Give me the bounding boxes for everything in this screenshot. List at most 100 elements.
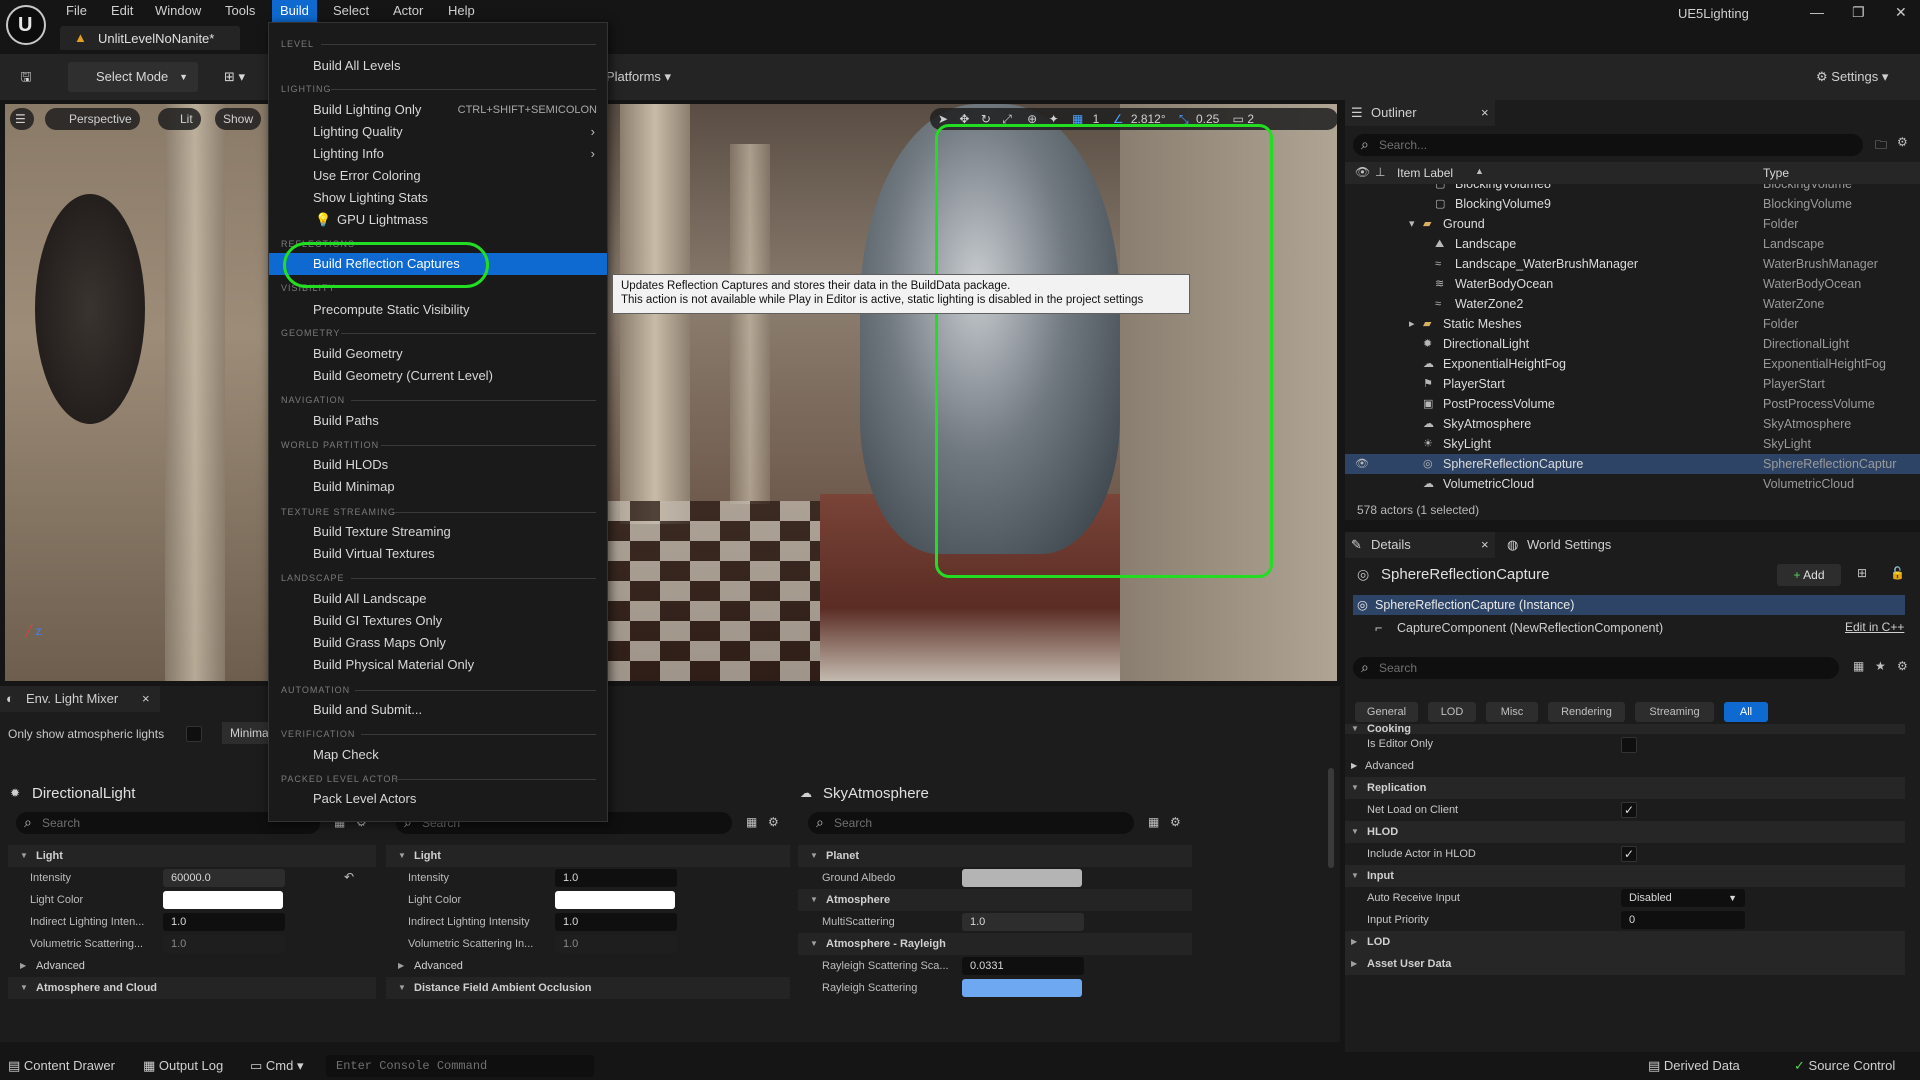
filter-tab-all[interactable]: All bbox=[1724, 702, 1768, 722]
outliner-row[interactable]: ☁ ExponentialHeightFog ExponentialHeightFo… bbox=[1345, 354, 1920, 374]
menu-select[interactable]: Select bbox=[333, 3, 369, 18]
outliner-row[interactable]: ☁ VolumetricCloud VolumetricCloud bbox=[1345, 474, 1920, 494]
outliner-row[interactable]: ≋ WaterBodyOcean WaterBodyOcean bbox=[1345, 274, 1920, 294]
content-drawer-button[interactable]: ▤ Content Drawer bbox=[8, 1058, 115, 1074]
document-tab[interactable]: ▲ UnlitLevelNoNanite* bbox=[60, 26, 240, 50]
select-mode-dropdown[interactable]: Select Mode ▼ bbox=[68, 62, 198, 92]
outliner-row[interactable]: 👁 ◎ SphereReflectionCapture SphereReflectio… bbox=[1345, 454, 1920, 474]
col3-atmosphere-category[interactable]: Atmosphere bbox=[798, 889, 1192, 911]
menu-build-all-landscape[interactable]: Build All Landscape bbox=[269, 588, 607, 610]
menu-tools[interactable]: Tools bbox=[225, 3, 255, 18]
perspective-button[interactable]: Perspective bbox=[45, 108, 140, 130]
filter-tab-general[interactable]: General bbox=[1355, 702, 1418, 722]
outliner-row[interactable]: ⛰ Landscape Landscape bbox=[1345, 234, 1920, 254]
outliner-row[interactable]: ▣ PostProcessVolume PostProcessVolume bbox=[1345, 394, 1920, 414]
outliner-search-input[interactable]: Search... bbox=[1353, 133, 1863, 156]
menu-pack-level-actors[interactable]: Pack Level Actors bbox=[269, 788, 607, 810]
col2-advanced-row[interactable]: Advanced bbox=[386, 955, 790, 977]
pin-icon[interactable]: ⊥ bbox=[1375, 165, 1385, 179]
menu-build-virtual-textures[interactable]: Build Virtual Textures bbox=[269, 543, 607, 565]
edit-cpp-link[interactable]: Edit in C++ bbox=[1845, 620, 1904, 634]
folder-add-icon[interactable]: 🗀 bbox=[1875, 136, 1887, 157]
gear-icon[interactable]: ⚙ bbox=[768, 815, 779, 829]
add-component-button[interactable]: + Add bbox=[1777, 564, 1841, 586]
menu-build-and-submit[interactable]: Build and Submit... bbox=[269, 699, 607, 721]
cmd-dropdown[interactable]: ▭ Cmd ▾ bbox=[250, 1058, 304, 1074]
outliner-row[interactable]: ≈ WaterZone2 WaterZone bbox=[1345, 294, 1920, 314]
platforms-dropdown[interactable]: Platforms ▾ bbox=[606, 69, 671, 85]
advanced-row[interactable]: ▶ Advanced bbox=[1345, 755, 1905, 777]
menu-build-lighting-only[interactable]: Build Lighting Only CTRL+SHIFT+SEMICOLON bbox=[269, 99, 607, 121]
close-icon[interactable]: × bbox=[1481, 100, 1489, 126]
menu-build-hlods[interactable]: Build HLODs bbox=[269, 454, 607, 476]
menu-build-gi-textures[interactable]: Build GI Textures Only bbox=[269, 610, 607, 632]
col1-light-color-swatch[interactable] bbox=[163, 891, 283, 909]
outliner-row[interactable]: ▸ ▰ Static Meshes Folder bbox=[1345, 314, 1920, 334]
env-light-mixer-tab[interactable]: ◐ Env. Light Mixer × bbox=[0, 686, 160, 712]
gear-icon[interactable]: ⚙ bbox=[1170, 815, 1181, 829]
close-icon[interactable]: × bbox=[1481, 532, 1489, 558]
menu-file[interactable]: File bbox=[66, 3, 87, 18]
col2-light-color-swatch[interactable] bbox=[555, 891, 675, 909]
visibility-icon[interactable]: 👁 bbox=[1355, 454, 1369, 474]
only-show-checkbox[interactable] bbox=[186, 726, 202, 742]
lod-category[interactable]: LOD bbox=[1345, 931, 1905, 953]
is-editor-only-checkbox[interactable] bbox=[1621, 737, 1637, 753]
outliner-row[interactable]: ▾ ▰ Ground Folder bbox=[1345, 214, 1920, 234]
gear-icon[interactable]: ⚙ bbox=[1897, 659, 1908, 673]
col3-ground-albedo-swatch[interactable] bbox=[962, 869, 1082, 887]
col1-volumetric-field[interactable]: 1.0 bbox=[163, 935, 285, 953]
menu-build-texture-streaming[interactable]: Build Texture Streaming bbox=[269, 521, 607, 543]
menu-lighting-quality[interactable]: Lighting Quality › bbox=[269, 121, 607, 143]
menu-build-geometry[interactable]: Build Geometry bbox=[269, 343, 607, 365]
col1-atmosphere-cloud-category[interactable]: Atmosphere and Cloud bbox=[8, 977, 376, 999]
col3-search-input[interactable]: Search bbox=[808, 811, 1134, 834]
col1-intensity-field[interactable]: 60000.0 bbox=[163, 869, 285, 887]
col1-indirect-field[interactable]: 1.0 bbox=[163, 913, 285, 931]
filter-tab-lod[interactable]: LOD bbox=[1428, 702, 1476, 722]
col1-advanced-row[interactable]: Advanced bbox=[8, 955, 376, 977]
mixer-mode-dropdown[interactable]: Minima bbox=[222, 722, 272, 744]
menu-edit[interactable]: Edit bbox=[111, 3, 133, 18]
lit-button[interactable]: Lit bbox=[158, 108, 201, 130]
world-settings-tab[interactable]: ◍ World Settings bbox=[1501, 532, 1671, 558]
menu-build[interactable]: Build bbox=[272, 0, 317, 22]
menu-use-error-coloring[interactable]: Use Error Coloring bbox=[269, 165, 607, 187]
instance-row[interactable]: ◎ SphereReflectionCapture (Instance) bbox=[1353, 595, 1905, 615]
outliner-tab[interactable]: ☰ Outliner × bbox=[1345, 100, 1495, 126]
filter-tab-streaming[interactable]: Streaming bbox=[1635, 702, 1714, 722]
col2-dfao-category[interactable]: Distance Field Ambient Occlusion bbox=[386, 977, 790, 999]
source-control-button[interactable]: ✓ Source Control bbox=[1794, 1058, 1895, 1074]
col2-light-category[interactable]: Light bbox=[386, 845, 790, 867]
component-row[interactable]: ⌐ CaptureComponent (NewReflectionCompone… bbox=[1375, 618, 1663, 638]
menu-build-physical-material[interactable]: Build Physical Material Only bbox=[269, 654, 607, 676]
col3-rayleigh-swatch[interactable] bbox=[962, 979, 1082, 997]
save-icon[interactable]: 🖫 bbox=[12, 62, 40, 92]
col2-intensity-field[interactable]: 1.0 bbox=[555, 869, 677, 887]
add-content-icon[interactable]: ⊞ ▾ bbox=[224, 62, 266, 92]
filter-tab-rendering[interactable]: Rendering bbox=[1548, 702, 1625, 722]
actor-name[interactable]: SphereReflectionCapture bbox=[1381, 566, 1549, 583]
filter-tab-misc[interactable]: Misc bbox=[1486, 702, 1538, 722]
unreal-logo-icon[interactable]: U bbox=[6, 5, 46, 45]
visibility-icon[interactable]: 👁 bbox=[1355, 165, 1370, 179]
menu-window[interactable]: Window bbox=[155, 3, 201, 18]
console-command-input[interactable]: Enter Console Command bbox=[326, 1055, 594, 1077]
viewport-left-scene[interactable]: ☰ Perspective Lit Show ╱ z bbox=[5, 104, 270, 681]
col3-rayleigh-category[interactable]: Atmosphere - Rayleigh bbox=[798, 933, 1192, 955]
input-priority-field[interactable]: 0 bbox=[1621, 911, 1745, 929]
table-icon[interactable]: ▦ bbox=[746, 815, 757, 829]
col3-multiscattering-field[interactable]: 1.0 bbox=[962, 913, 1084, 931]
outliner-row[interactable]: ☀ SkyLight SkyLight bbox=[1345, 434, 1920, 454]
table-icon[interactable]: ▦ bbox=[1148, 815, 1159, 829]
menu-build-grass-maps[interactable]: Build Grass Maps Only bbox=[269, 632, 607, 654]
chevron-down-icon[interactable]: ▾ bbox=[1409, 214, 1415, 234]
viewport-menu-icon[interactable]: ☰ bbox=[10, 108, 34, 130]
menu-gpu-lightmass[interactable]: 💡 GPU Lightmass bbox=[269, 209, 607, 231]
mixer-scrollbar[interactable] bbox=[1328, 768, 1334, 868]
col1-light-category[interactable]: Light bbox=[8, 845, 376, 867]
outliner-row[interactable]: ✹ DirectionalLight DirectionalLight bbox=[1345, 334, 1920, 354]
col3-rayleigh-scale-field[interactable]: 0.0331 bbox=[962, 957, 1084, 975]
restore-icon[interactable]: ❐ bbox=[1852, 4, 1865, 21]
include-hlod-checkbox[interactable]: ✓ bbox=[1621, 846, 1637, 862]
